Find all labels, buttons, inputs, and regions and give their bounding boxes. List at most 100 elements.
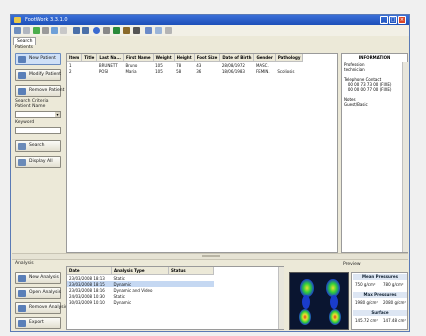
patient-cell: 58 (176, 68, 182, 74)
new-analysis-icon (18, 275, 26, 282)
patient-column-header[interactable]: Pathology (275, 54, 304, 62)
toolbar-mail-icon[interactable] (155, 27, 162, 34)
info-scrollbar[interactable] (402, 62, 408, 252)
patient-name-select[interactable]: ▾ (15, 111, 61, 118)
toolbar-record-icon[interactable] (93, 27, 100, 34)
patient-cell (82, 68, 97, 74)
patient-column-header[interactable]: Date of Birth (219, 54, 255, 62)
export-button[interactable]: Export (15, 317, 61, 329)
patient-cell: Scoliosis (277, 68, 295, 74)
info-line: Guest/Basic (344, 102, 368, 107)
analysis-column-header[interactable]: Date (67, 267, 112, 275)
patient-cell: 105 (155, 68, 163, 74)
surface-left: 145.72 cm² (355, 318, 378, 323)
patient-cell: 36 (196, 68, 202, 74)
left-foot (299, 279, 314, 325)
display-all-icon (18, 159, 26, 166)
analysis-table-panel: Date Analysis Type Status 23/03/2008 18:13… (66, 266, 284, 330)
patient-cell: 18/06/1983 (221, 68, 245, 74)
remove-analysis-button[interactable]: Remove Analysis (15, 302, 67, 314)
app-icon (14, 17, 21, 23)
splitter[interactable] (12, 253, 408, 260)
open-analysis-button[interactable]: Open Analysis (15, 287, 61, 299)
toolbar-add-icon[interactable] (33, 27, 40, 34)
chevron-down-icon[interactable]: ▾ (55, 112, 60, 117)
pressure-map (289, 272, 349, 330)
analysis-cell: 24/03/2008 10:30 (69, 293, 105, 299)
new-patient-button[interactable]: New Patient (15, 53, 61, 65)
modify-patient-button[interactable]: Modify Patient (15, 69, 61, 81)
toolbar-refresh-icon[interactable] (51, 27, 58, 34)
analysis-cell (169, 299, 214, 305)
patient-table-panel: Item Title Last Na... First Name Weight Heigh… (66, 53, 338, 253)
search-button[interactable]: Search (15, 140, 61, 152)
patient-column-header[interactable]: Title (81, 54, 98, 62)
toolbar-forward-icon[interactable] (82, 27, 89, 34)
analysis-scrollbar[interactable] (278, 267, 284, 329)
patient-column-header[interactable]: Height (174, 54, 195, 62)
analysis-column-header[interactable]: Status (168, 267, 214, 275)
toolbar-foot-icon[interactable] (103, 27, 110, 34)
mean-pressure-right: 780 g/cm² (383, 282, 404, 287)
patient-table: Item Title Last Na... First Name Weight Heigh… (67, 54, 304, 74)
analysis-column-header[interactable]: Analysis Type (111, 267, 169, 275)
right-foot (326, 279, 341, 325)
patient-column-header[interactable]: First Name (123, 54, 154, 62)
keyword-input[interactable] (15, 127, 61, 134)
tab-strip: Search (11, 36, 409, 45)
patients-header: Patients (15, 45, 34, 50)
patient-cell: POSI (98, 68, 109, 74)
keyword-label: Keyword (15, 120, 35, 125)
new-analysis-button[interactable]: New Analysis (15, 272, 61, 284)
preview-title: Preview (343, 262, 361, 267)
analysis-cell: 23/03/2008 18:16 (69, 287, 105, 293)
splitter-grip[interactable] (202, 255, 220, 257)
information-title: INFORMATION (358, 55, 391, 60)
analysis-row[interactable]: 30/03/2009 10:10 Dynamic (67, 299, 214, 305)
max-pressure-right: 2080 g/cm² (383, 300, 407, 305)
toolbar-tool-icon[interactable] (42, 27, 49, 34)
toolbar-print-icon[interactable] (133, 27, 140, 34)
analysis-table: Date Analysis Type Status 23/03/2008 18:13… (67, 267, 214, 305)
title-bar: FootWork 3.3.1.0 _ □ × (11, 15, 409, 25)
close-button[interactable]: × (398, 16, 406, 24)
patient-cell: Maria (125, 68, 137, 74)
window-title: FootWork 3.3.1.0 (25, 17, 68, 23)
max-pressure-left: 1980 g/cm² (355, 300, 379, 305)
pressure-map-svg (299, 279, 341, 325)
toolbar-edit-icon[interactable] (23, 27, 30, 34)
max-pressures-label: Max Pressures (353, 292, 407, 298)
patient-column-header[interactable]: Item (67, 54, 83, 62)
analysis-header: Analysis (15, 261, 34, 266)
analysis-cell: 30/03/2009 10:10 (69, 299, 105, 305)
modify-patient-icon (18, 72, 26, 79)
app-window: FootWork 3.3.1.0 _ □ × Search Patients N… (10, 14, 410, 332)
patient-column-header[interactable]: Last Na... (96, 54, 124, 62)
patient-column-header[interactable]: Weight (153, 54, 175, 62)
toolbar-export-icon[interactable] (145, 27, 152, 34)
toolbar-compare-icon[interactable] (123, 27, 130, 34)
toolbar-back-icon[interactable] (73, 27, 80, 34)
toolbar-analysis-icon[interactable] (113, 27, 120, 34)
surface-right: 147.48 cm² (383, 318, 406, 323)
analysis-cell: 23/03/2008 18:15 (67, 281, 112, 287)
display-all-button[interactable]: Display All (15, 156, 61, 168)
new-patient-icon (18, 56, 26, 63)
patient-column-header[interactable]: Gender (253, 54, 276, 62)
export-icon (18, 320, 26, 327)
toolbar-help-icon[interactable] (165, 27, 172, 34)
search-icon (18, 143, 26, 150)
remove-patient-icon (18, 88, 26, 95)
remove-analysis-icon (18, 305, 26, 312)
remove-patient-button[interactable]: Remove Patient (15, 85, 64, 97)
patient-column-header[interactable]: Foot Size (194, 54, 221, 62)
toolbar-settings-icon[interactable] (60, 27, 67, 34)
patient-row[interactable]: 2 POSI Maria 105 58 36 18/06/1983 FEMIN. Scolios… (67, 68, 303, 74)
patient-cell: 2 (69, 68, 72, 74)
minimize-button[interactable]: _ (380, 16, 388, 24)
toolbar-new-icon[interactable] (14, 27, 21, 34)
analysis-cell: 23/03/2008 18:13 (69, 275, 105, 281)
open-analysis-icon (18, 290, 26, 297)
tab-search[interactable]: Search (13, 37, 37, 45)
maximize-button[interactable]: □ (389, 16, 397, 24)
